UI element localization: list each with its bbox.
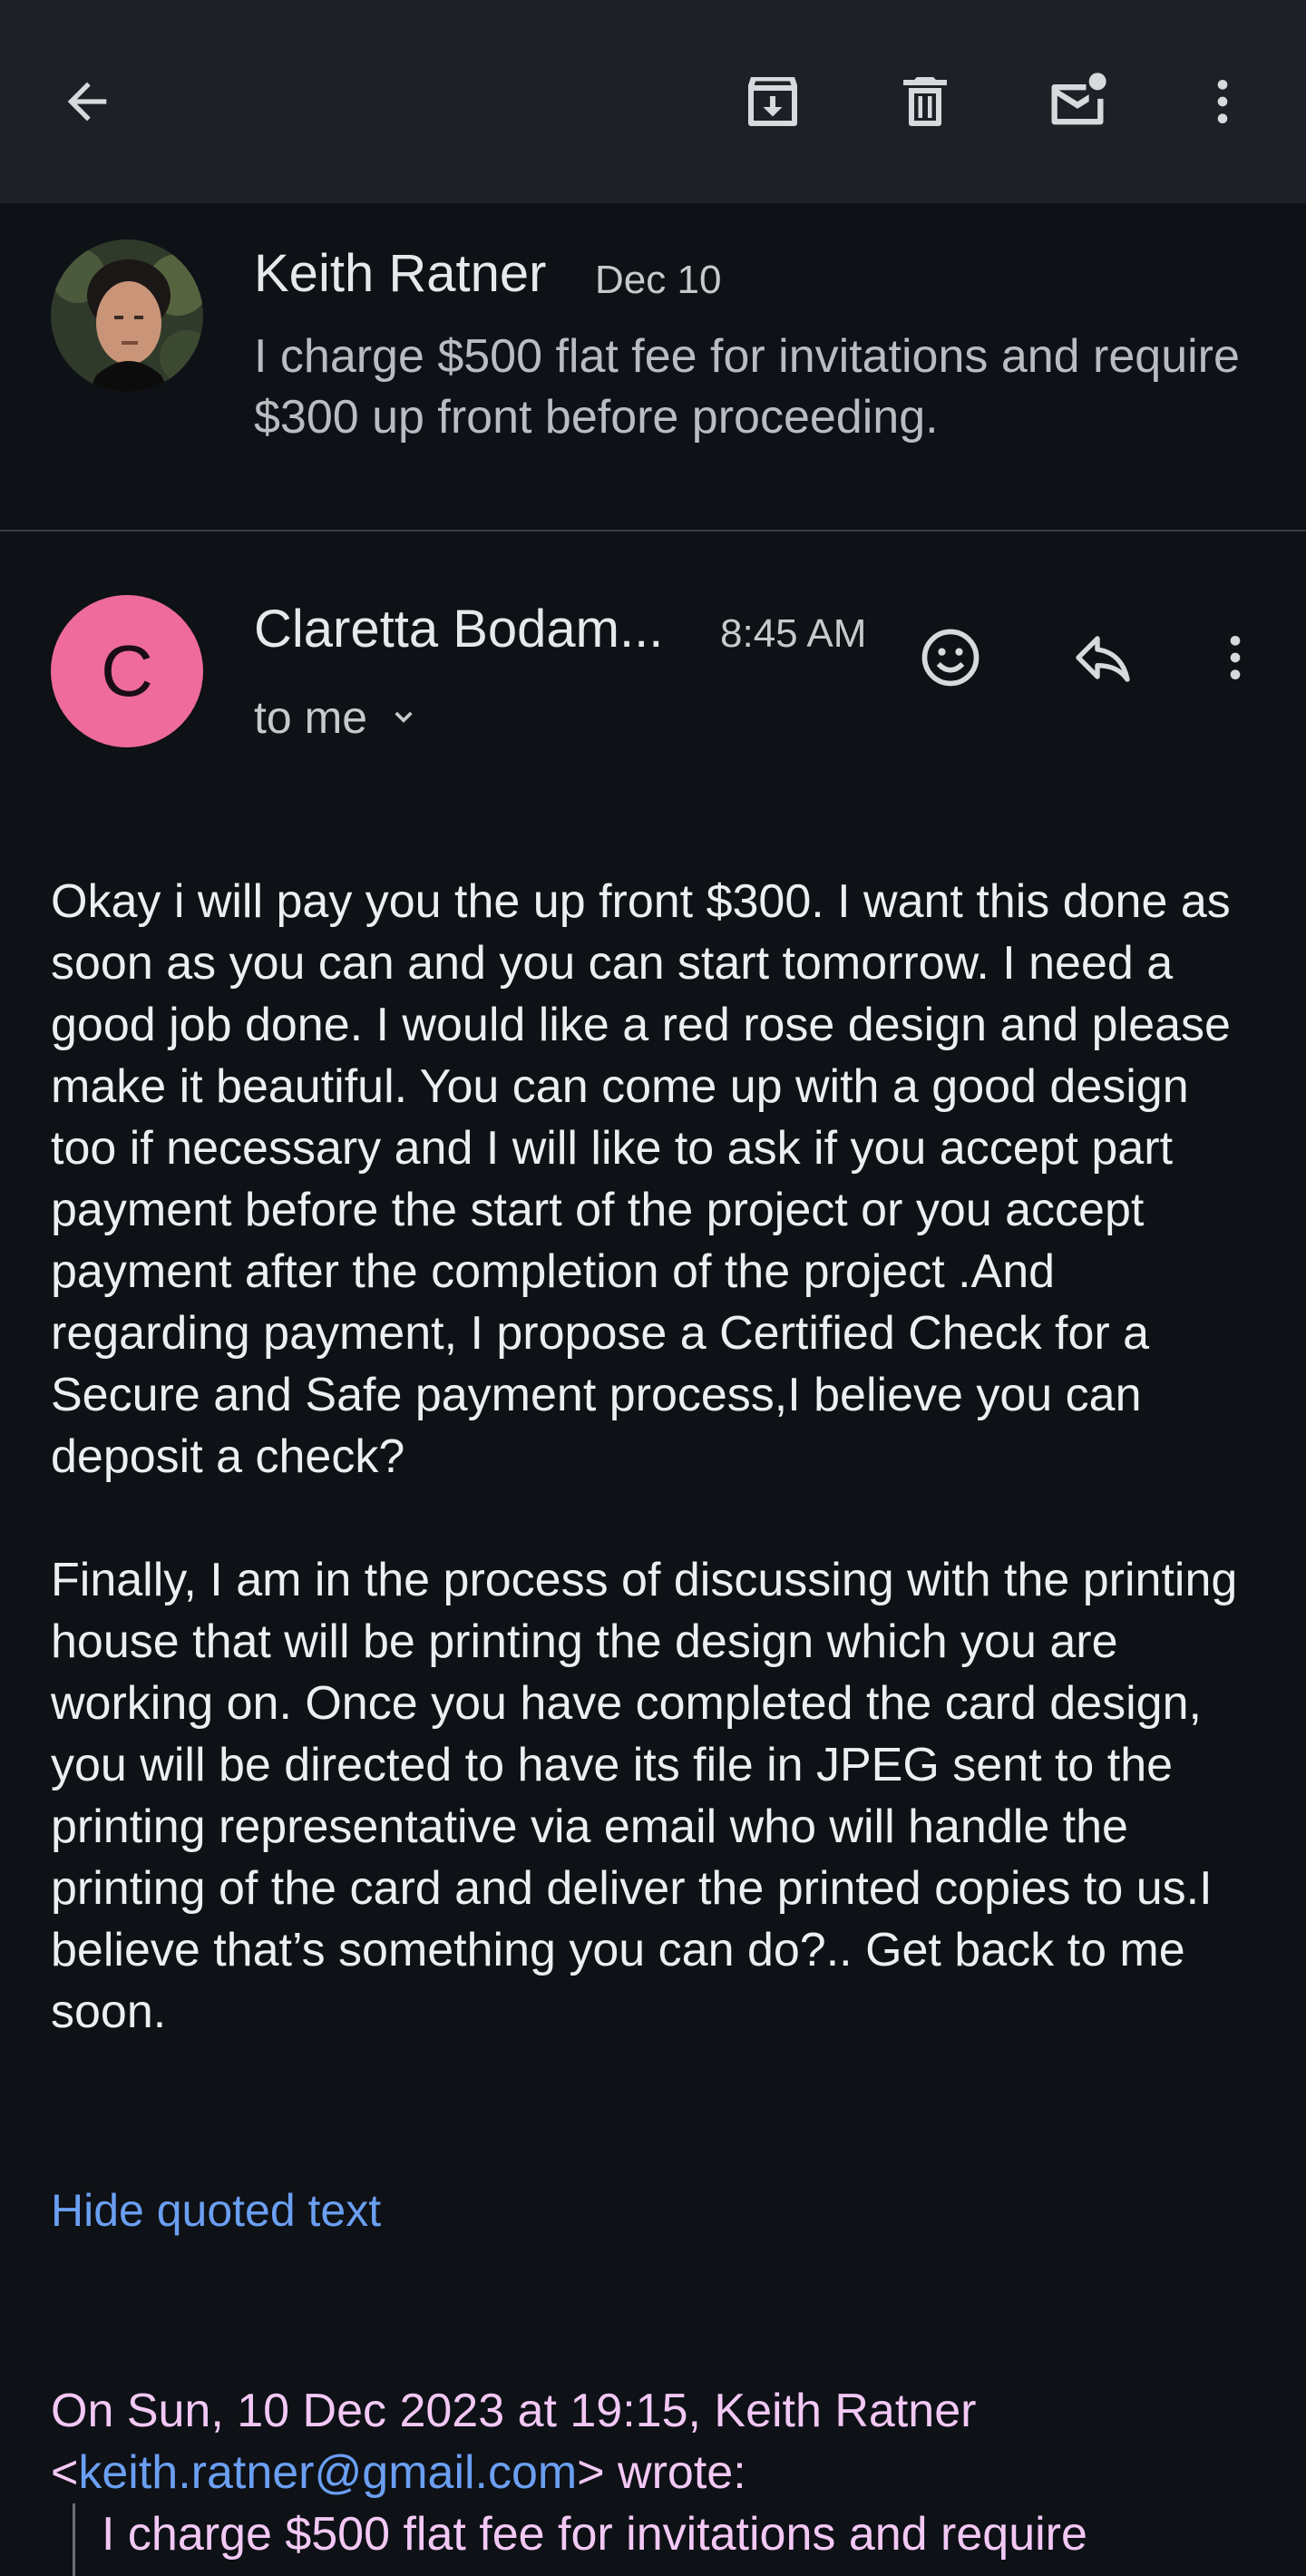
message-snippet: I charge $500 flat fee for invitations a… xyxy=(254,330,1240,444)
email-link[interactable]: keith.ratner@gmail.com xyxy=(78,2446,577,2499)
message-body: Okay i will pay you the up front $300. I… xyxy=(51,871,1266,2043)
more-vertical-icon xyxy=(1230,636,1241,679)
body-paragraph: Okay i will pay you the up front $300. I… xyxy=(51,875,1231,1483)
sender-name: Keith Ratner xyxy=(254,244,547,303)
avatar[interactable]: C xyxy=(51,595,203,747)
top-app-bar xyxy=(0,0,1306,203)
quote-bar xyxy=(73,2503,75,2576)
chevron-down-icon xyxy=(395,711,413,723)
add-reaction-button[interactable] xyxy=(905,608,996,707)
archive-icon xyxy=(748,77,797,126)
avatar xyxy=(51,239,203,392)
archive-button[interactable] xyxy=(722,51,824,152)
recipient-details-toggle[interactable]: to me xyxy=(254,691,422,744)
quote-wrote: > wrote: xyxy=(577,2446,746,2499)
reply-icon xyxy=(1076,636,1130,682)
quote-attribution: On Sun, 10 Dec 2023 at 19:15, Keith Ratn… xyxy=(51,2385,977,2437)
mark-unread-button[interactable] xyxy=(1027,51,1128,152)
arrow-left-icon xyxy=(67,82,107,122)
message-time: 8:45 AM xyxy=(720,611,867,656)
emoji-icon xyxy=(921,629,980,687)
reply-button[interactable] xyxy=(1057,608,1148,707)
delete-button[interactable] xyxy=(874,51,976,152)
mail-unread-icon xyxy=(1051,73,1106,125)
hide-quoted-text-link[interactable]: Hide quoted text xyxy=(51,2184,381,2237)
quoted-text: I charge $500 flat fee for invitations a… xyxy=(102,2508,1087,2561)
more-vertical-icon xyxy=(1217,80,1228,123)
divider xyxy=(0,530,1306,532)
quote-header: On Sun, 10 Dec 2023 at 19:15, Keith Ratn… xyxy=(51,2380,1266,2503)
more-options-button[interactable] xyxy=(1172,51,1273,152)
collapsed-message[interactable]: Keith Ratner Dec 10 I charge $500 flat f… xyxy=(0,203,1306,530)
quote-open-bracket: < xyxy=(51,2446,79,2499)
message-date: Dec 10 xyxy=(595,258,722,302)
sender-name[interactable]: Claretta Bodam... xyxy=(254,599,663,659)
trash-icon xyxy=(903,77,947,126)
message-more-button[interactable] xyxy=(1190,608,1281,707)
back-button[interactable] xyxy=(36,51,138,152)
recipient-label: to me xyxy=(254,692,368,743)
avatar-letter: C xyxy=(101,630,153,711)
body-paragraph: Finally, I am in the process of discussi… xyxy=(51,1554,1238,2038)
